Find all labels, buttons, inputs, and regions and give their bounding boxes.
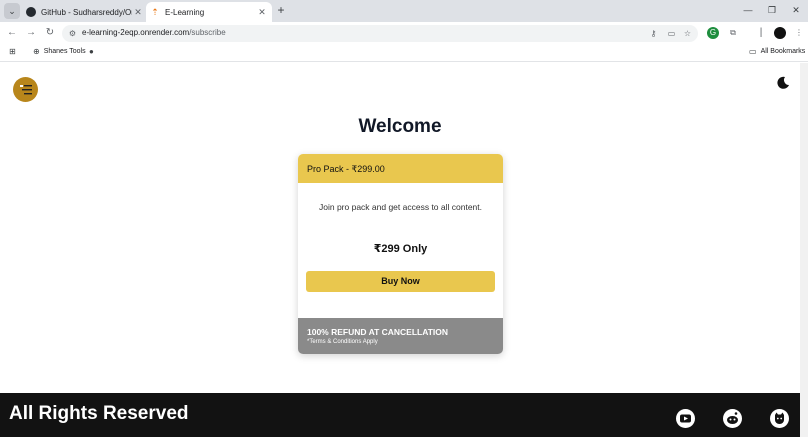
bookmark-globe[interactable]: ● — [89, 47, 98, 56]
url-path: /subscribe — [189, 28, 226, 37]
site-info-icon[interactable]: ⚙ — [67, 28, 78, 39]
divider: | — [759, 27, 763, 38]
tab-search-button[interactable]: ⌄ — [4, 3, 20, 19]
extensions-icon[interactable]: ⧉ — [727, 27, 739, 39]
bookmark-shanes-tools[interactable]: ⊕ Shanes Tools — [33, 47, 86, 56]
buy-now-button[interactable]: Buy Now — [306, 271, 495, 292]
cast-icon[interactable]: ▭ — [666, 28, 677, 39]
bookmarks-bar: ⊞ ⊕ Shanes Tools ● ▭ All Bookmarks — [0, 44, 808, 62]
github-icon[interactable] — [770, 409, 789, 428]
back-icon[interactable]: ← — [5, 26, 19, 40]
url-host: e-learning-2eqp.onrender.com — [82, 28, 190, 37]
reddit-icon[interactable] — [723, 409, 742, 428]
all-bookmarks-label: All Bookmarks — [760, 48, 806, 55]
tab-title: E-Learning — [165, 7, 205, 17]
tab-title: GitHub - Sudharsreddy/Online — [41, 7, 132, 17]
close-icon[interactable]: ✕ — [132, 7, 144, 18]
globe-icon: ⊕ — [33, 47, 40, 56]
youtube-icon[interactable] — [676, 409, 695, 428]
profile-avatar[interactable] — [774, 27, 786, 39]
menu-icon — [19, 84, 32, 94]
tab-github[interactable]: GitHub - Sudharsreddy/Online ✕ — [22, 2, 148, 22]
page-content: Welcome Pro Pack - ₹299.00 Join pro pack… — [0, 63, 808, 393]
grammarly-extension-icon[interactable]: G — [707, 27, 719, 39]
plan-price: ₹299 Only — [373, 243, 428, 255]
close-icon[interactable]: ✕ — [256, 7, 268, 18]
copyright-text: All Rights Reserved — [9, 403, 189, 424]
password-key-icon[interactable]: ⚷ — [648, 28, 659, 39]
tab-e-learning[interactable]: ⇡ E-Learning ✕ — [146, 2, 272, 22]
window-close-icon[interactable]: ✕ — [786, 2, 806, 18]
menu-toggle-button[interactable] — [13, 77, 38, 102]
apps-grid-icon: ⊞ — [9, 47, 16, 56]
all-bookmarks-button[interactable]: ▭ All Bookmarks — [749, 47, 805, 56]
plan-description: Join pro pack and get access to all cont… — [318, 202, 482, 212]
moon-icon[interactable] — [776, 76, 790, 90]
minimize-icon[interactable]: — — [738, 2, 758, 18]
address-bar[interactable]: ⚙ e-learning-2eqp.onrender.com/subscribe… — [62, 25, 698, 42]
page-scrollbar[interactable] — [800, 63, 808, 437]
star-icon[interactable]: ☆ — [682, 28, 693, 39]
new-tab-button[interactable]: + — [274, 3, 288, 17]
forward-icon[interactable]: → — [24, 26, 38, 40]
browser-menu-icon[interactable]: ⋮ — [793, 27, 805, 39]
plan-header: Pro Pack - ₹299.00 — [298, 154, 503, 183]
tab-strip: ⌄ GitHub - Sudharsreddy/Online ✕ ⇡ E-Lea… — [0, 0, 808, 22]
globe-icon: ● — [89, 47, 94, 56]
restore-icon[interactable]: ❐ — [762, 2, 782, 18]
folder-icon: ▭ — [749, 47, 757, 56]
url-text[interactable]: e-learning-2eqp.onrender.com/subscribe — [82, 28, 226, 37]
apps-icon[interactable]: ⊞ — [9, 47, 20, 56]
pricing-card: Pro Pack - ₹299.00 Join pro pack and get… — [298, 154, 503, 354]
browser-toolbar: ← → ↻ ⚙ e-learning-2eqp.onrender.com/sub… — [0, 22, 808, 44]
refund-title: 100% REFUND AT CANCELLATION — [307, 327, 449, 337]
terms-note: *Terms & Conditions Apply — [307, 339, 378, 345]
refund-banner: 100% REFUND AT CANCELLATION *Terms & Con… — [298, 318, 503, 354]
github-favicon-icon — [26, 7, 36, 17]
site-footer: All Rights Reserved — [0, 393, 800, 437]
reload-icon[interactable]: ↻ — [43, 26, 57, 40]
e-learning-favicon-icon: ⇡ — [151, 6, 159, 17]
page-title: Welcome — [358, 116, 442, 137]
bookmark-label: Shanes Tools — [43, 48, 86, 55]
